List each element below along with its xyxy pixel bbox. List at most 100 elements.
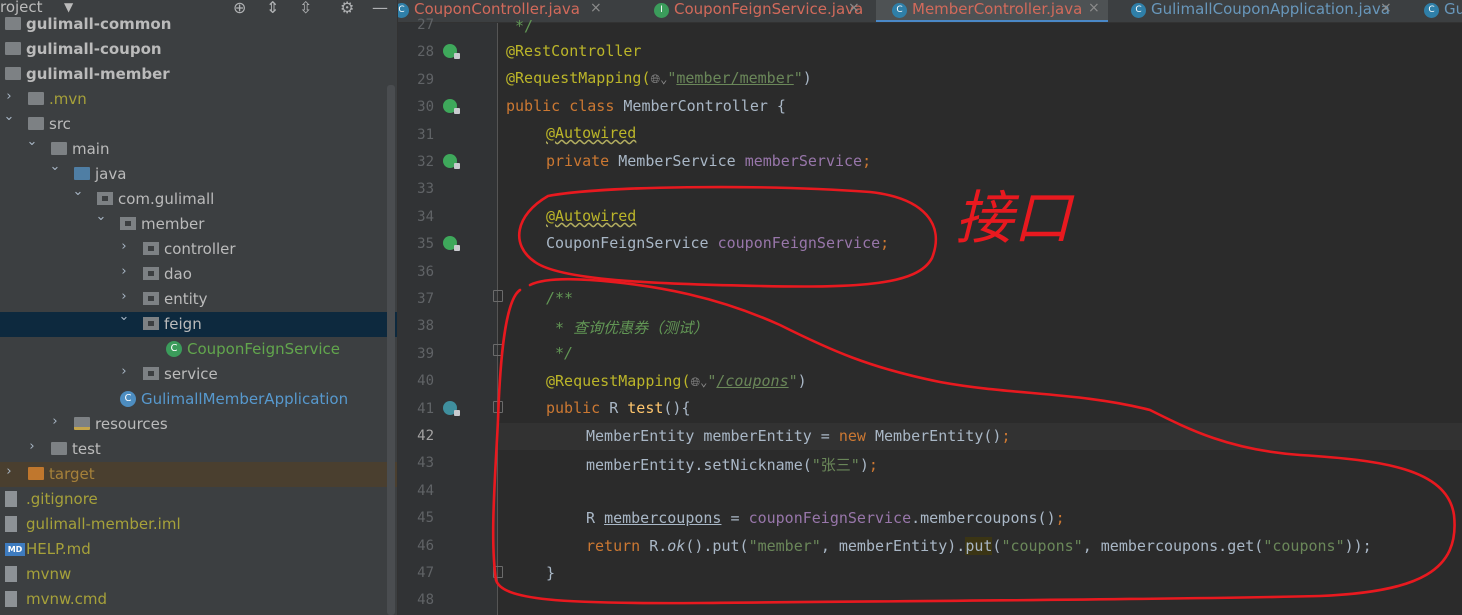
tree-item[interactable]: › service: [0, 362, 397, 387]
autowire-navigate-icon[interactable]: [443, 236, 460, 251]
editor-tab[interactable]: C MemberController.java ×: [876, 0, 1108, 22]
tree-item-label: controller: [164, 240, 236, 258]
code-line-31[interactable]: @Autowired: [546, 124, 636, 142]
collapse-all-icon[interactable]: ⇳: [299, 0, 312, 17]
close-icon[interactable]: ×: [1088, 0, 1100, 16]
globe-icon[interactable]: 🌐︎⌄: [691, 375, 708, 390]
spring-bean-icon[interactable]: [443, 99, 460, 114]
chevron-down-icon[interactable]: ▼: [64, 0, 73, 14]
code-line-29[interactable]: @RequestMapping(🌐︎⌄"member/member"): [506, 69, 812, 87]
code-line-41[interactable]: public R test(){: [546, 399, 691, 417]
code-line-40[interactable]: @RequestMapping(🌐︎⌄"/coupons"): [546, 372, 807, 390]
line-number: 33: [417, 181, 434, 198]
tree-item[interactable]: ⌄ com.gulimall: [0, 184, 397, 212]
fold-marker-icon[interactable]: [493, 344, 503, 356]
chevron-down-icon[interactable]: ⌄: [48, 159, 62, 174]
tree-item[interactable]: ⌄ member: [0, 209, 397, 237]
code-line-39[interactable]: */: [546, 344, 573, 362]
code-line-45[interactable]: R membercoupons = couponFeignService.mem…: [586, 509, 1065, 527]
close-icon[interactable]: ×: [590, 0, 602, 16]
editor-tab[interactable]: C Gul: [1408, 0, 1462, 22]
tree-item[interactable]: ⌄ feign: [0, 309, 397, 337]
chevron-right-icon[interactable]: ›: [48, 414, 62, 429]
tree-item-label: dao: [164, 265, 192, 283]
closing-brace: }: [546, 564, 556, 582]
code-line-47[interactable]: }: [546, 564, 555, 582]
code-line-35[interactable]: CouponFeignService couponFeignService;: [546, 234, 889, 252]
autowire-navigate-icon[interactable]: [443, 154, 460, 169]
globe-icon[interactable]: 🌐︎⌄: [651, 72, 668, 87]
chevron-right-icon[interactable]: ›: [117, 364, 131, 379]
code-line-34[interactable]: @Autowired: [546, 207, 636, 225]
sidebar-scrollbar[interactable]: [387, 85, 395, 615]
fold-marker-icon[interactable]: [493, 566, 503, 578]
code-line-30[interactable]: public class MemberController {: [506, 97, 786, 115]
chevron-right-icon[interactable]: ›: [2, 464, 16, 479]
tree-item[interactable]: gulimall-coupon: [0, 37, 397, 62]
code-line-37[interactable]: /**: [546, 289, 573, 307]
tree-item[interactable]: › dao: [0, 262, 397, 287]
code-line-46[interactable]: return R.ok().put("member", memberEntity…: [586, 537, 1372, 555]
java-class-icon: C: [398, 3, 409, 18]
fold-marker-icon[interactable]: [493, 290, 503, 302]
tree-item[interactable]: mvnw.cmd: [0, 587, 397, 612]
tree-item-label: java: [95, 165, 127, 183]
chevron-right-icon[interactable]: ›: [117, 289, 131, 304]
doc-comment: */: [546, 344, 574, 362]
chevron-right-icon[interactable]: ›: [117, 239, 131, 254]
expand-all-icon[interactable]: ⇕: [266, 0, 279, 17]
tree-item[interactable]: › resources: [0, 412, 397, 437]
chevron-right-icon[interactable]: ›: [2, 89, 16, 104]
chevron-down-icon[interactable]: ⌄: [2, 109, 16, 124]
tree-item[interactable]: gulimall-member: [0, 62, 397, 87]
chevron-right-icon[interactable]: ›: [25, 439, 39, 454]
string-quote: ": [788, 372, 798, 390]
tree-item[interactable]: › controller: [0, 237, 397, 262]
code-line-42[interactable]: MemberEntity memberEntity = new MemberEn…: [586, 427, 1010, 445]
code-line-38[interactable]: * 查询优惠券（测试）: [546, 317, 708, 338]
gear-icon[interactable]: ⚙: [340, 0, 354, 17]
spring-bean-icon[interactable]: [443, 44, 460, 59]
chevron-down-icon[interactable]: ⌄: [25, 134, 39, 149]
web-endpoint-icon[interactable]: [443, 401, 460, 416]
tree-item[interactable]: mvnw: [0, 562, 397, 587]
minimize-icon[interactable]: —: [372, 0, 388, 17]
tree-item[interactable]: C GulimallMemberApplication: [0, 387, 397, 412]
tree-item[interactable]: C CouponFeignService: [0, 337, 397, 362]
tree-item[interactable]: › test: [0, 437, 397, 462]
chevron-right-icon[interactable]: ›: [117, 264, 131, 279]
tree-item[interactable]: › entity: [0, 287, 397, 312]
annotation: @Autowired: [546, 124, 637, 142]
code-line-32[interactable]: private MemberService memberService;: [546, 152, 871, 170]
java-class-icon: C: [1424, 3, 1439, 18]
tree-item[interactable]: ⌄ java: [0, 159, 397, 187]
project-panel-title[interactable]: roject: [0, 0, 43, 16]
tree-item[interactable]: ⌄ src: [0, 109, 397, 137]
keyword: public: [546, 399, 610, 417]
java-class-icon: C: [120, 391, 136, 407]
static-method: ok: [667, 537, 686, 555]
code-line-27[interactable]: */: [506, 17, 533, 35]
locate-icon[interactable]: ⊕: [233, 0, 246, 17]
url-string[interactable]: /coupons: [716, 372, 788, 390]
tree-item[interactable]: › .mvn: [0, 87, 397, 112]
tree-item[interactable]: gulimall-member.iml: [0, 512, 397, 537]
handwritten-label: 接口: [955, 184, 1075, 252]
tree-item[interactable]: MD HELP.md: [0, 537, 397, 562]
url-string[interactable]: member/member: [676, 69, 793, 87]
fold-marker-icon[interactable]: [493, 401, 503, 413]
close-icon[interactable]: ×: [848, 0, 860, 16]
keyword: private: [546, 152, 619, 170]
tree-item[interactable]: .gitignore: [0, 487, 397, 512]
semicolon: ;: [868, 456, 878, 474]
line-number: 41: [417, 400, 434, 417]
code-line-28[interactable]: @RestController: [506, 42, 641, 60]
editor-tab[interactable]: C GulimallCouponApplication.java ×: [1115, 0, 1400, 22]
chevron-down-icon[interactable]: ⌄: [117, 309, 131, 324]
chevron-down-icon[interactable]: ⌄: [71, 184, 85, 199]
chevron-down-icon[interactable]: ⌄: [94, 209, 108, 224]
code-line-43[interactable]: memberEntity.setNickname("张三");: [586, 454, 878, 475]
tree-item[interactable]: › target: [0, 462, 397, 487]
editor-tab[interactable]: I CouponFeignService.java ×: [638, 0, 868, 22]
close-icon[interactable]: ×: [1380, 0, 1392, 16]
